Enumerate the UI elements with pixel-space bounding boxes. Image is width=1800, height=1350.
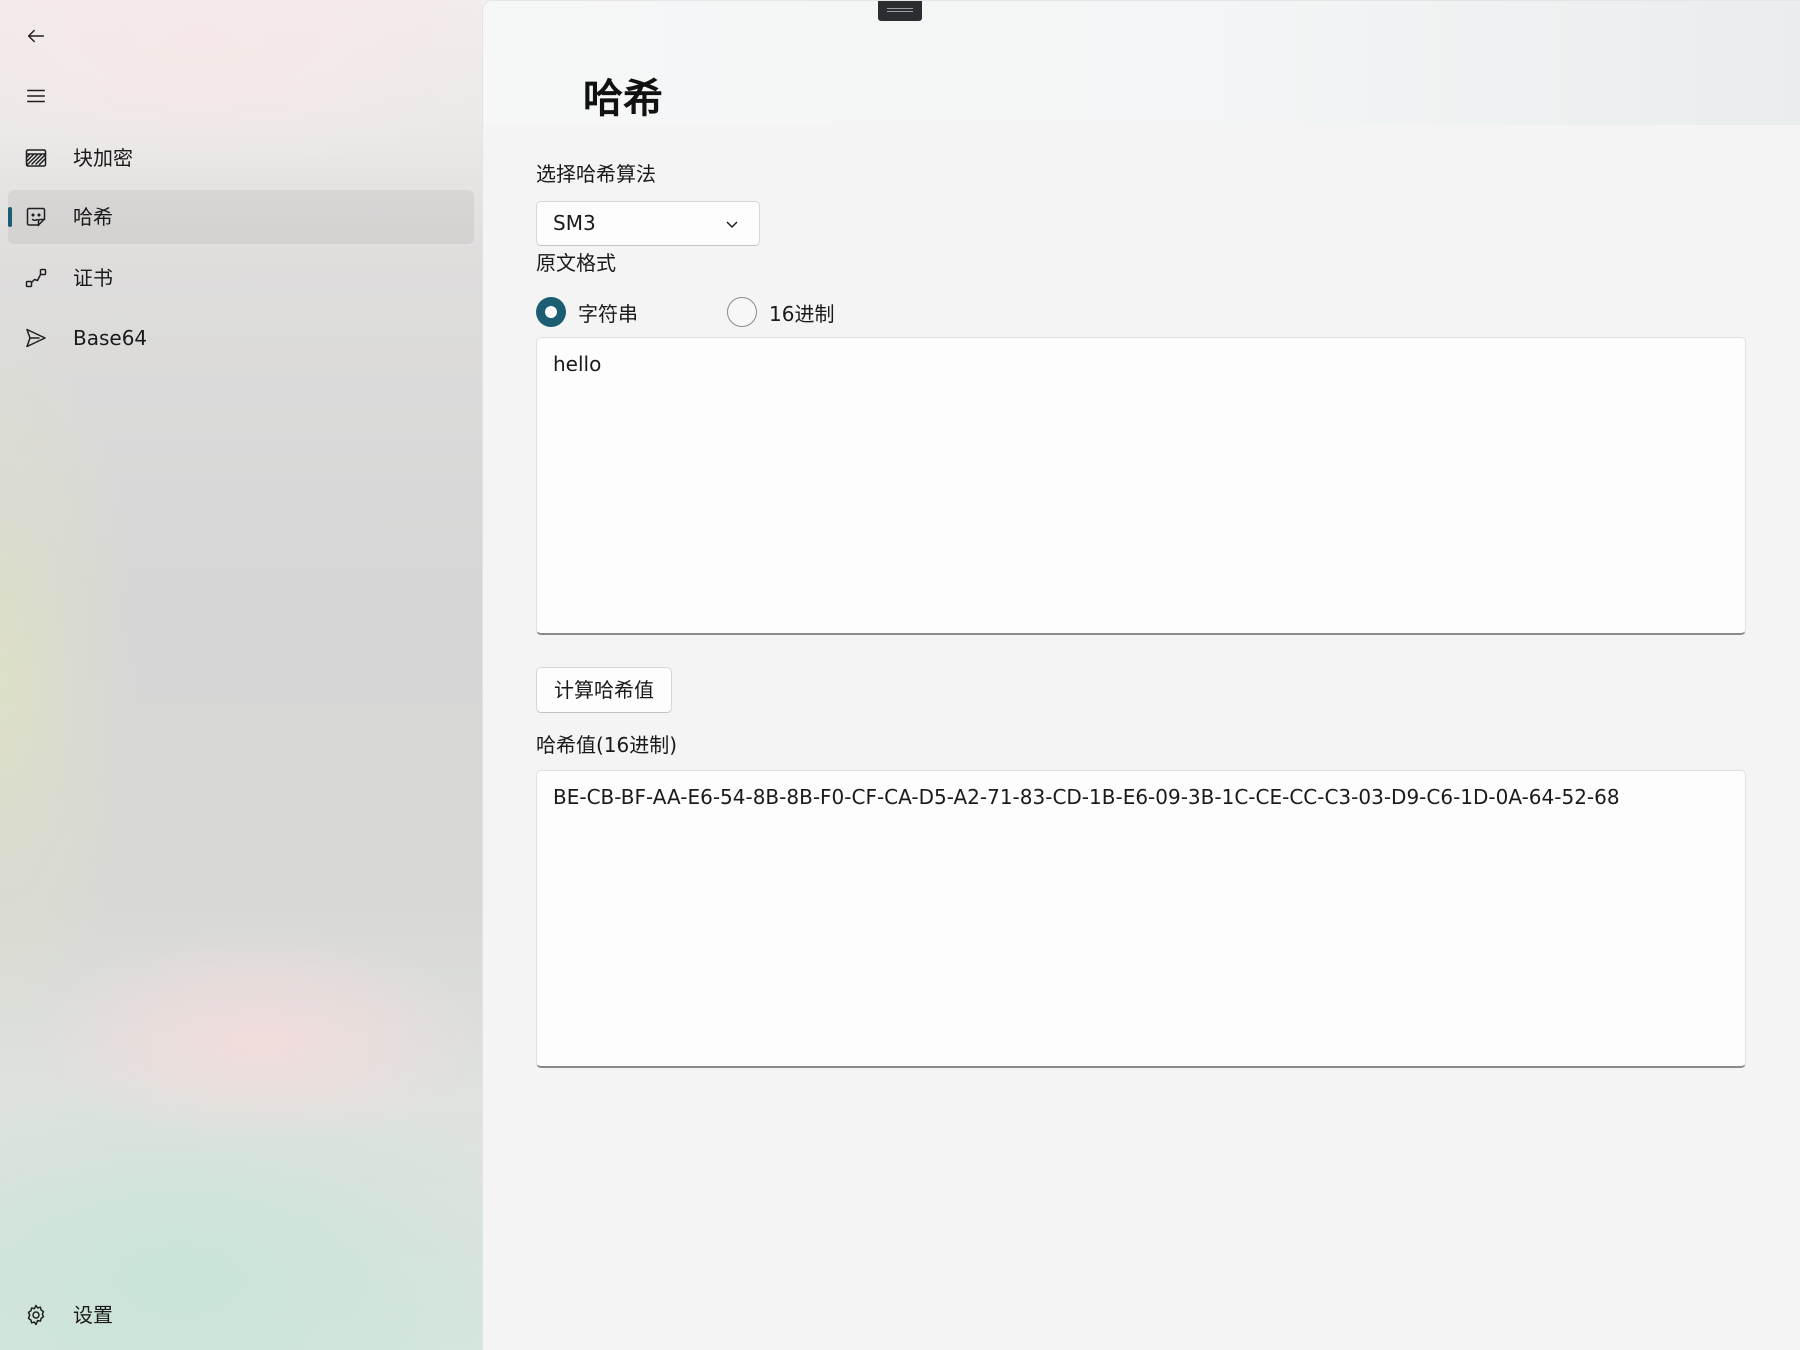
nav-item-label: 证书 [73,266,113,290]
drag-handle[interactable] [878,1,922,21]
radio-unchecked-indicator [727,297,757,327]
nav-item-block-encryption[interactable]: 块加密 [8,131,474,185]
menu-toggle-button[interactable] [12,74,60,118]
nav-item-label: Base64 [73,326,148,350]
selection-indicator [8,207,12,227]
grip-line [887,8,913,9]
input-format-label: 原文格式 [536,251,616,275]
radio-label: 16进制 [769,301,835,326]
nav-item-label: 哈希 [73,205,113,229]
input-textarea[interactable]: hello [536,337,1746,635]
hash-output-textarea[interactable]: BE-CB-BF-AA-E6-54-8B-8B-F0-CF-CA-D5-A2-7… [536,770,1746,1068]
nav-item-label: 设置 [73,1303,113,1327]
radio-hex[interactable]: 16进制 [727,295,834,329]
header-area [483,1,1800,125]
radio-checked-indicator [536,297,566,327]
gear-icon [24,1303,48,1327]
compute-hash-button[interactable]: 计算哈希值 [536,667,672,713]
content-frame: 哈希 选择哈希算法 SM3 原文格式 字符串 16进制 hello 计算哈希值 … [482,0,1800,1350]
sticker-icon [24,205,48,229]
nav-item-certificate[interactable]: 证书 [8,251,474,305]
hamburger-menu-icon [27,89,45,103]
radio-string[interactable]: 字符串 [536,295,638,329]
navigation-pane: 块加密 哈希 证书 Base64 设置 [0,0,482,1350]
nav-item-label: 块加密 [73,146,133,170]
page-title: 哈希 [583,76,663,122]
nav-item-settings[interactable]: 设置 [8,1288,474,1342]
arrow-left-icon [27,29,45,43]
connection-icon [24,266,48,290]
hash-output-label: 哈希值(16进制) [536,733,678,757]
algorithm-label: 选择哈希算法 [536,162,656,186]
grip-line [887,11,913,12]
chevron-down-icon [725,216,739,230]
algorithm-selected-value: SM3 [553,211,596,235]
back-button[interactable] [12,14,60,58]
send-icon [24,326,48,350]
nav-item-base64[interactable]: Base64 [8,311,474,365]
radio-label: 字符串 [578,301,638,326]
nav-item-hash[interactable]: 哈希 [8,190,474,244]
hatched-box-icon [24,146,48,170]
algorithm-dropdown[interactable]: SM3 [536,201,760,246]
app-window: 块加密 哈希 证书 Base64 设置 哈希 选择哈希算法 SM3 原文格式 字… [0,0,1800,1350]
